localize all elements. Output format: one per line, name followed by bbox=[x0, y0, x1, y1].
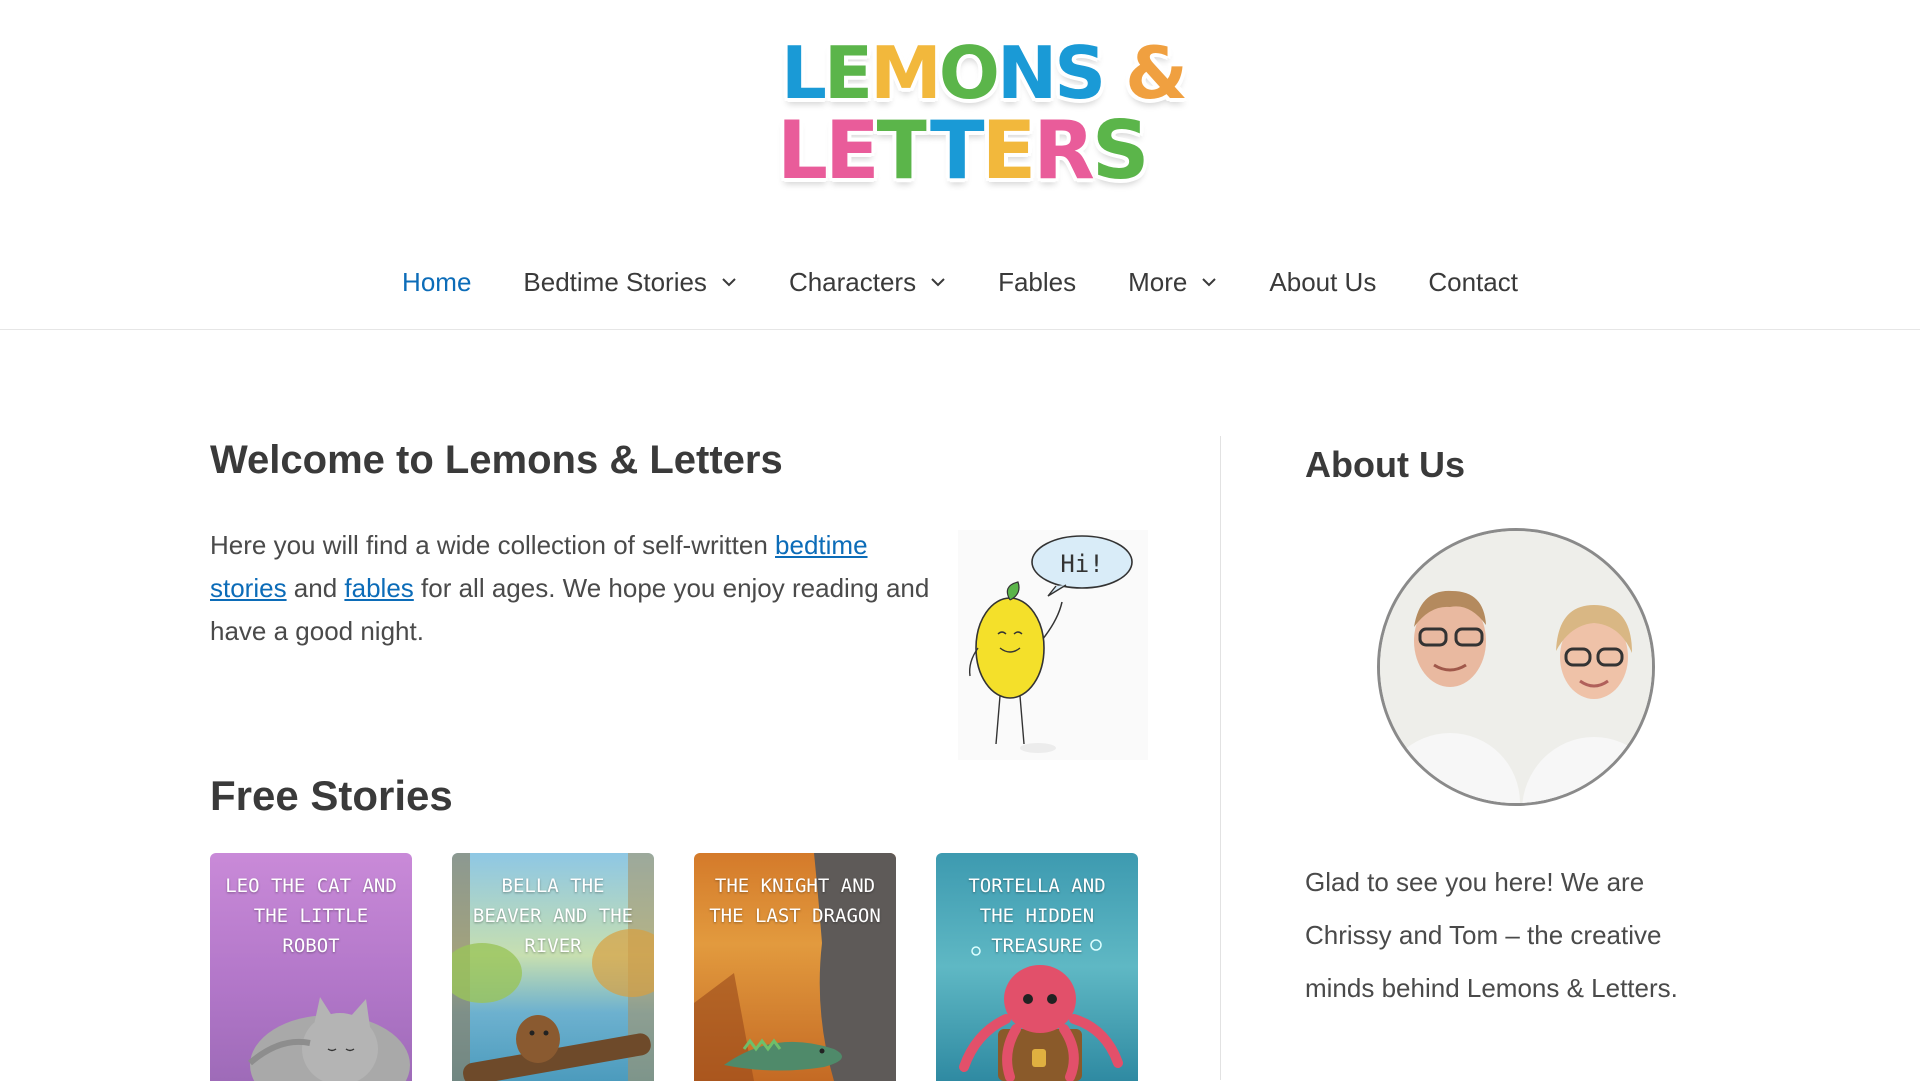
nav-item-label: Characters bbox=[788, 266, 917, 297]
chevron-down-icon bbox=[930, 274, 946, 290]
site-header: LEMONS & LETTERS Home Bedtime Stories Ch… bbox=[0, 0, 1920, 330]
nav-item-label: Bedtime Stories bbox=[523, 266, 707, 297]
speech-bubble-text: Hi! bbox=[1060, 550, 1103, 578]
nav-list: Home Bedtime Stories Characters Fables M… bbox=[376, 267, 1544, 298]
logo-line-2: LETTERS bbox=[777, 104, 1149, 197]
nav-item-label: Contact bbox=[1428, 266, 1518, 297]
site-logo[interactable]: LEMONS & LETTERS bbox=[777, 31, 1188, 205]
nav-item-characters[interactable]: Characters bbox=[763, 267, 972, 298]
story-card-leo-the-cat[interactable]: Leo the Cat and the Little Robot bbox=[210, 853, 412, 1081]
story-card-title: Leo the Cat and the Little Robot bbox=[225, 875, 397, 957]
nav-item-label: About Us bbox=[1269, 266, 1377, 297]
story-card-title: Tortella and the Hidden Treasure bbox=[968, 875, 1106, 957]
nav-item-fables[interactable]: Fables bbox=[972, 267, 1102, 298]
nav-item-bedtime-stories[interactable]: Bedtime Stories bbox=[497, 267, 763, 298]
chevron-down-icon bbox=[1201, 274, 1217, 290]
intro-text-middle: and bbox=[286, 573, 345, 603]
chevron-down-icon bbox=[721, 274, 737, 290]
nav-item-more[interactable]: More bbox=[1102, 267, 1243, 298]
main-navigation: Home Bedtime Stories Characters Fables M… bbox=[0, 255, 1920, 309]
page-title: Welcome to Lemons & Letters bbox=[210, 438, 783, 482]
nav-item-contact[interactable]: Contact bbox=[1402, 267, 1544, 298]
fables-link[interactable]: fables bbox=[344, 573, 413, 603]
story-card-knight-and-dragon[interactable]: The Knight and the Last Dragon bbox=[694, 853, 896, 1081]
lemon-character-illustration: Hi! bbox=[958, 530, 1148, 760]
story-card-title: The Knight and the Last Dragon bbox=[709, 875, 881, 927]
story-card-tortella[interactable]: Tortella and the Hidden Treasure bbox=[936, 853, 1138, 1081]
nav-item-home[interactable]: Home bbox=[376, 267, 497, 298]
free-stories-heading: Free Stories bbox=[210, 772, 453, 819]
about-us-heading: About Us bbox=[1305, 444, 1465, 485]
logo-line-1: LEMONS & bbox=[781, 31, 1188, 115]
intro-text-before: Here you will find a wide collection of … bbox=[210, 530, 776, 560]
nav-item-label: Home bbox=[402, 266, 472, 297]
story-card-title: Bella the Beaver and the River bbox=[472, 875, 634, 957]
about-us-text: Glad to see you here! We are Chrissy and… bbox=[1305, 867, 1678, 1003]
nav-item-about-us[interactable]: About Us bbox=[1243, 267, 1402, 298]
nav-item-label: More bbox=[1128, 266, 1188, 297]
nav-item-label: Fables bbox=[998, 266, 1077, 297]
free-stories-grid: Leo the Cat and the Little Robot Bella t… bbox=[210, 853, 1138, 1081]
story-card-bella-the-beaver[interactable]: Bella the Beaver and the River bbox=[452, 853, 654, 1081]
founders-photo bbox=[1377, 528, 1655, 806]
intro-paragraph: Here you will find a wide collection of … bbox=[210, 524, 940, 653]
sidebar-divider bbox=[1220, 436, 1221, 1080]
